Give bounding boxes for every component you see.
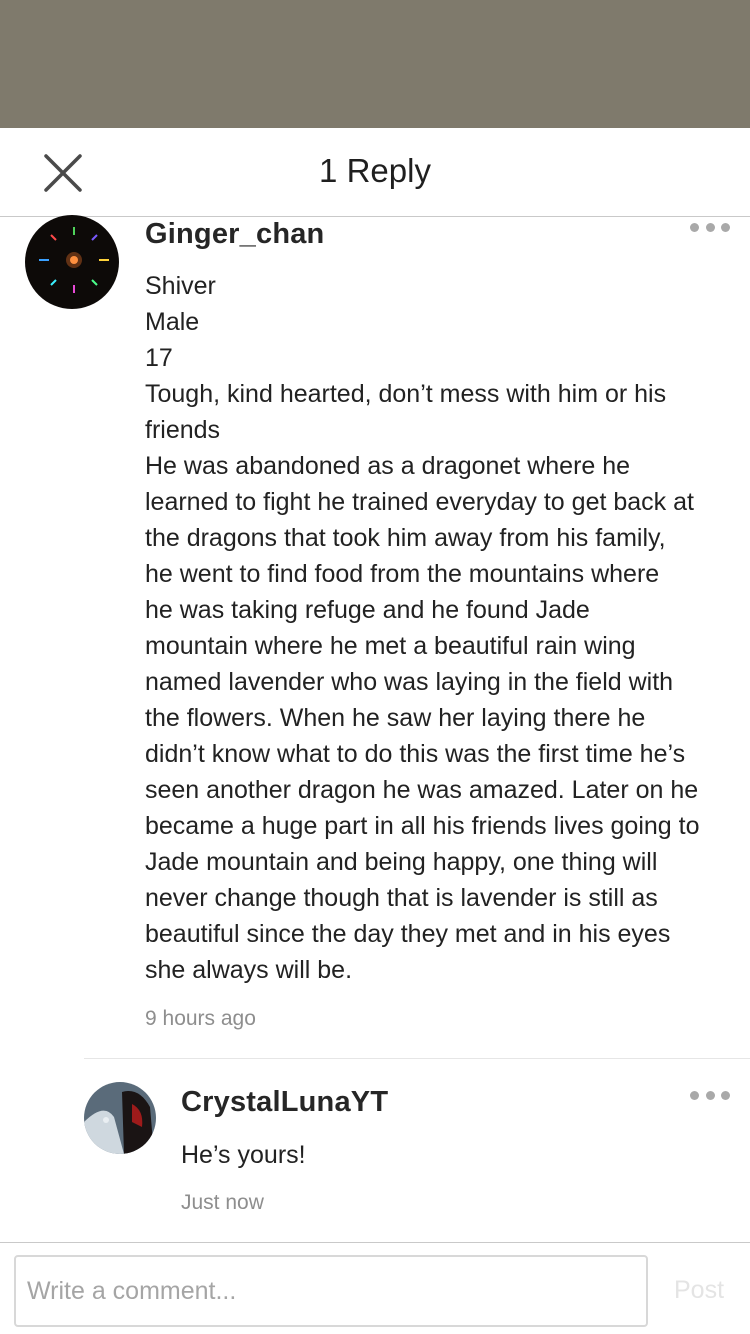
more-dot [705, 222, 715, 232]
comment-text-line: never change though that is lavender is … [145, 884, 658, 912]
more-dot [690, 1090, 699, 1100]
comment-text-line: friends [145, 416, 221, 444]
avatar[interactable] [84, 1082, 156, 1154]
comment-text-line: the dragons that took him away from his … [145, 524, 666, 552]
replies-sheet: 1 Reply Ginger_chan Shiver Male 17 Tough, k… [0, 128, 750, 1334]
dimmed-background-overlay[interactable] [0, 0, 750, 128]
comment-body: Shiver Male 17 Tough, kind hearted, don’t m… [145, 268, 700, 988]
comment-input[interactable] [14, 1255, 648, 1327]
comment-text-line: learned to fight he trained everyday to … [145, 488, 694, 516]
comment-text-line: seen another dragon he was amazed. Later… [145, 776, 699, 804]
more-dot [721, 222, 730, 232]
comment-text-line: He was abandoned as a dragonet where he [145, 452, 631, 480]
comment-text-line: named lavender who was laying in the fie… [145, 668, 674, 696]
post-button[interactable]: Post [662, 1276, 736, 1305]
sheet-header: 1 Reply [0, 128, 750, 217]
comment-text-line: 17 [145, 344, 173, 372]
comment-composer: Post [0, 1242, 750, 1334]
more-options-button[interactable] [690, 219, 730, 235]
avatar[interactable] [25, 215, 119, 309]
comment-text-line: the flowers. When he saw her laying ther… [145, 704, 646, 732]
comment-text-line: Jade mountain and being happy, one thing… [145, 848, 658, 876]
comment-username[interactable]: Ginger_chan [145, 218, 324, 251]
comment-text-line: became a huge part in all his friends li… [145, 812, 700, 840]
divider [84, 1058, 750, 1059]
more-dot [705, 1090, 715, 1100]
comment-text-line: Tough, kind hearted, don’t mess with him… [145, 380, 667, 408]
comment-text-line: Male [145, 308, 200, 336]
comment-text-line: mountain where he met a beautiful rain w… [145, 632, 636, 660]
more-options-button[interactable] [690, 1087, 730, 1103]
comment-text-line: Shiver [145, 272, 216, 300]
reply-timestamp: Just now [181, 1191, 264, 1214]
comment-text-line: he was taking refuge and he found Jade [145, 596, 590, 624]
comment-text-line: beautiful since the day they met and in … [145, 920, 671, 948]
more-dot [690, 222, 699, 232]
reply-text: He’s yours! [181, 1141, 306, 1169]
comment-text-line: didn’t know what to do this was the firs… [145, 740, 686, 768]
comment-text-line: he went to find food from the mountains … [145, 560, 660, 588]
reply-username[interactable]: CrystalLunaYT [181, 1086, 388, 1119]
comment-text-line: she always will be. [145, 956, 353, 984]
more-dot [721, 1090, 730, 1100]
comment-timestamp: 9 hours ago [145, 1007, 256, 1030]
page-title: 1 Reply [319, 152, 431, 189]
